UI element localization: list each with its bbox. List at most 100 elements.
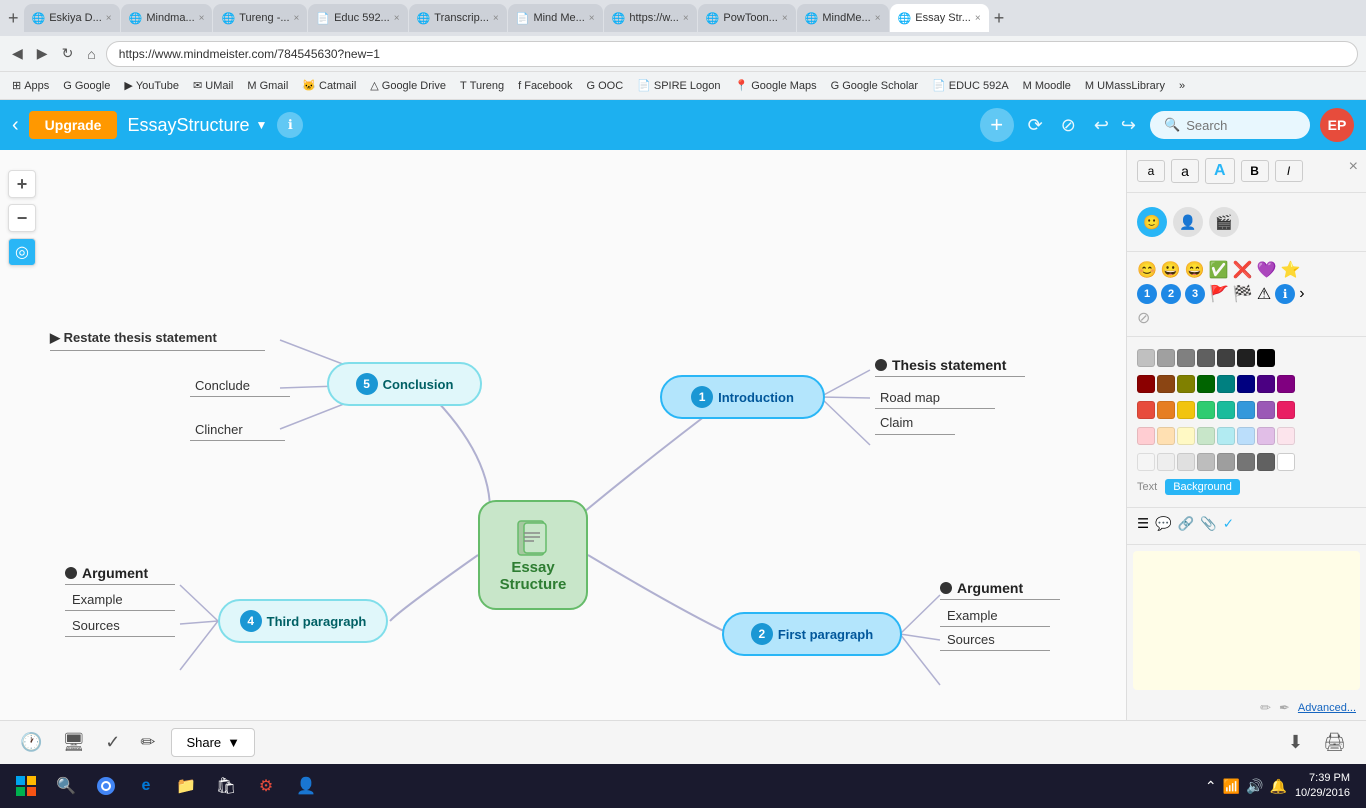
conclusion-node[interactable]: 5 Conclusion xyxy=(327,362,482,406)
tab-tureng[interactable]: 🌐 Tureng -... × xyxy=(213,4,307,32)
tab-transcript[interactable]: 🌐 Transcrip... × xyxy=(409,4,507,32)
present-button[interactable]: 🖥 xyxy=(58,728,89,757)
emoji-heart[interactable]: 💜 xyxy=(1257,260,1277,280)
color-swatch[interactable] xyxy=(1277,401,1295,419)
taskbar-edge[interactable]: e xyxy=(128,768,164,804)
note-bubble-icon[interactable]: 💬 xyxy=(1155,516,1172,532)
address-input[interactable] xyxy=(106,41,1358,67)
emoji-smile[interactable]: 😊 xyxy=(1137,260,1157,280)
tab-close[interactable]: × xyxy=(683,13,689,24)
emoji-laugh[interactable]: 😄 xyxy=(1185,260,1205,280)
download-button[interactable]: ⬇ xyxy=(1284,728,1307,757)
bookmark-more[interactable]: » xyxy=(1175,78,1189,94)
emoji-more[interactable]: › xyxy=(1299,285,1304,303)
tab-close[interactable]: × xyxy=(106,13,112,24)
bookmark-google[interactable]: G Google xyxy=(59,78,114,94)
network-icon[interactable]: 📶 xyxy=(1223,778,1240,795)
color-swatch[interactable] xyxy=(1177,427,1195,445)
tab-close[interactable]: × xyxy=(199,13,205,24)
center-node[interactable]: Essay Structure xyxy=(478,500,588,610)
emoji-flag-red[interactable]: 🚩 xyxy=(1209,284,1229,304)
emoji-info[interactable]: ℹ xyxy=(1275,284,1295,304)
tab-close[interactable]: × xyxy=(493,13,499,24)
first-paragraph-node[interactable]: 2 First paragraph xyxy=(722,612,902,656)
canvas-area[interactable]: + − ◎ xyxy=(0,150,1126,720)
taskbar-store[interactable]: 🛍 xyxy=(208,768,244,804)
introduction-node[interactable]: 1 Introduction xyxy=(660,375,825,419)
taskbar-chrome[interactable] xyxy=(88,768,124,804)
color-swatch[interactable] xyxy=(1217,453,1235,471)
bookmark-catmail[interactable]: 🐱 Catmail xyxy=(298,77,360,94)
text-size-large-button[interactable]: A xyxy=(1205,158,1235,184)
arrow-up-icon[interactable]: ⌃ xyxy=(1205,778,1217,795)
taskbar-explorer[interactable]: 📁 xyxy=(168,768,204,804)
color-swatch[interactable] xyxy=(1197,453,1215,471)
emoji-num3[interactable]: 3 xyxy=(1185,284,1205,304)
tab-mindme2[interactable]: 🌐 MindMe... × xyxy=(797,4,889,32)
ban-icon[interactable]: ⊘ xyxy=(1057,111,1080,140)
emoji-grin[interactable]: 😀 xyxy=(1161,260,1181,280)
bookmark-moodle[interactable]: M Moodle xyxy=(1019,78,1075,94)
note-text-icon[interactable]: ☰ xyxy=(1137,516,1149,532)
bookmark-spire[interactable]: 📄 SPIRE Logon xyxy=(633,77,724,94)
back-button[interactable]: ◀ xyxy=(8,43,27,64)
smiley-icon[interactable]: 🙂 xyxy=(1137,207,1167,237)
color-swatch[interactable] xyxy=(1197,349,1215,367)
new-tab-left[interactable]: + xyxy=(4,8,23,29)
bookmark-gscholar[interactable]: G Google Scholar xyxy=(827,78,922,94)
color-swatch[interactable] xyxy=(1257,349,1275,367)
emoji-check[interactable]: ✅ xyxy=(1209,260,1229,280)
bookmark-facebook[interactable]: f Facebook xyxy=(514,78,576,94)
emoji-x[interactable]: ❌ xyxy=(1233,260,1253,280)
person-icon[interactable]: 👤 xyxy=(1173,207,1203,237)
color-swatch[interactable] xyxy=(1137,427,1155,445)
share-map-icon[interactable]: ⟳ xyxy=(1024,111,1047,140)
taskbar-search[interactable]: 🔍 xyxy=(48,768,84,804)
forward-button[interactable]: ▶ xyxy=(33,43,52,64)
color-swatch[interactable] xyxy=(1237,427,1255,445)
bookmark-educ592a[interactable]: 📄 EDUC 592A xyxy=(928,77,1013,94)
color-swatch[interactable] xyxy=(1217,401,1235,419)
add-node-button[interactable]: + xyxy=(980,108,1014,142)
text-size-small-button[interactable]: a xyxy=(1137,160,1165,182)
color-swatch[interactable] xyxy=(1157,401,1175,419)
new-tab-right[interactable]: + xyxy=(990,8,1009,29)
taskbar-app2[interactable]: 👤 xyxy=(288,768,324,804)
color-swatch[interactable] xyxy=(1157,427,1175,445)
color-swatch[interactable] xyxy=(1217,427,1235,445)
color-swatch[interactable] xyxy=(1157,349,1175,367)
color-swatch[interactable] xyxy=(1257,401,1275,419)
tab-close[interactable]: × xyxy=(782,13,788,24)
tab-educ[interactable]: 📄 Educ 592... × xyxy=(308,4,407,32)
color-swatch[interactable] xyxy=(1277,427,1295,445)
zoom-out-button[interactable]: − xyxy=(8,204,36,232)
home-button[interactable]: ⌂ xyxy=(83,44,99,64)
info-button[interactable]: ℹ xyxy=(277,112,303,138)
bookmark-umail[interactable]: ✉ UMail xyxy=(189,77,237,94)
tab-https[interactable]: 🌐 https://w... × xyxy=(604,4,697,32)
color-swatch[interactable] xyxy=(1257,375,1275,393)
print-button[interactable]: 🖨 xyxy=(1319,728,1350,757)
tab-powtoon[interactable]: 🌐 PowToon... × xyxy=(698,4,796,32)
bookmark-gmaps[interactable]: 📍 Google Maps xyxy=(731,77,821,94)
color-swatch[interactable] xyxy=(1177,375,1195,393)
share-button[interactable]: Share ▼ xyxy=(171,728,255,757)
tab-mindma[interactable]: 🌐 Mindma... × xyxy=(121,4,213,32)
color-swatch[interactable] xyxy=(1137,375,1155,393)
color-swatch[interactable] xyxy=(1197,401,1215,419)
bookmark-tureng[interactable]: T Tureng xyxy=(456,78,508,94)
avatar[interactable]: EP xyxy=(1320,108,1354,142)
color-swatch[interactable] xyxy=(1217,349,1235,367)
start-button[interactable] xyxy=(8,768,44,804)
advanced-link[interactable]: Advanced... xyxy=(1298,702,1356,714)
bookmark-ooc[interactable]: G OOC xyxy=(583,78,628,94)
tab-close[interactable]: × xyxy=(589,13,595,24)
note-area[interactable] xyxy=(1133,551,1360,690)
color-swatch[interactable] xyxy=(1277,375,1295,393)
upgrade-button[interactable]: Upgrade xyxy=(29,111,118,139)
color-swatch[interactable] xyxy=(1177,401,1195,419)
italic-button[interactable]: I xyxy=(1275,160,1303,182)
color-swatch[interactable] xyxy=(1177,453,1195,471)
tab-close[interactable]: × xyxy=(294,13,300,24)
color-swatch[interactable] xyxy=(1177,349,1195,367)
